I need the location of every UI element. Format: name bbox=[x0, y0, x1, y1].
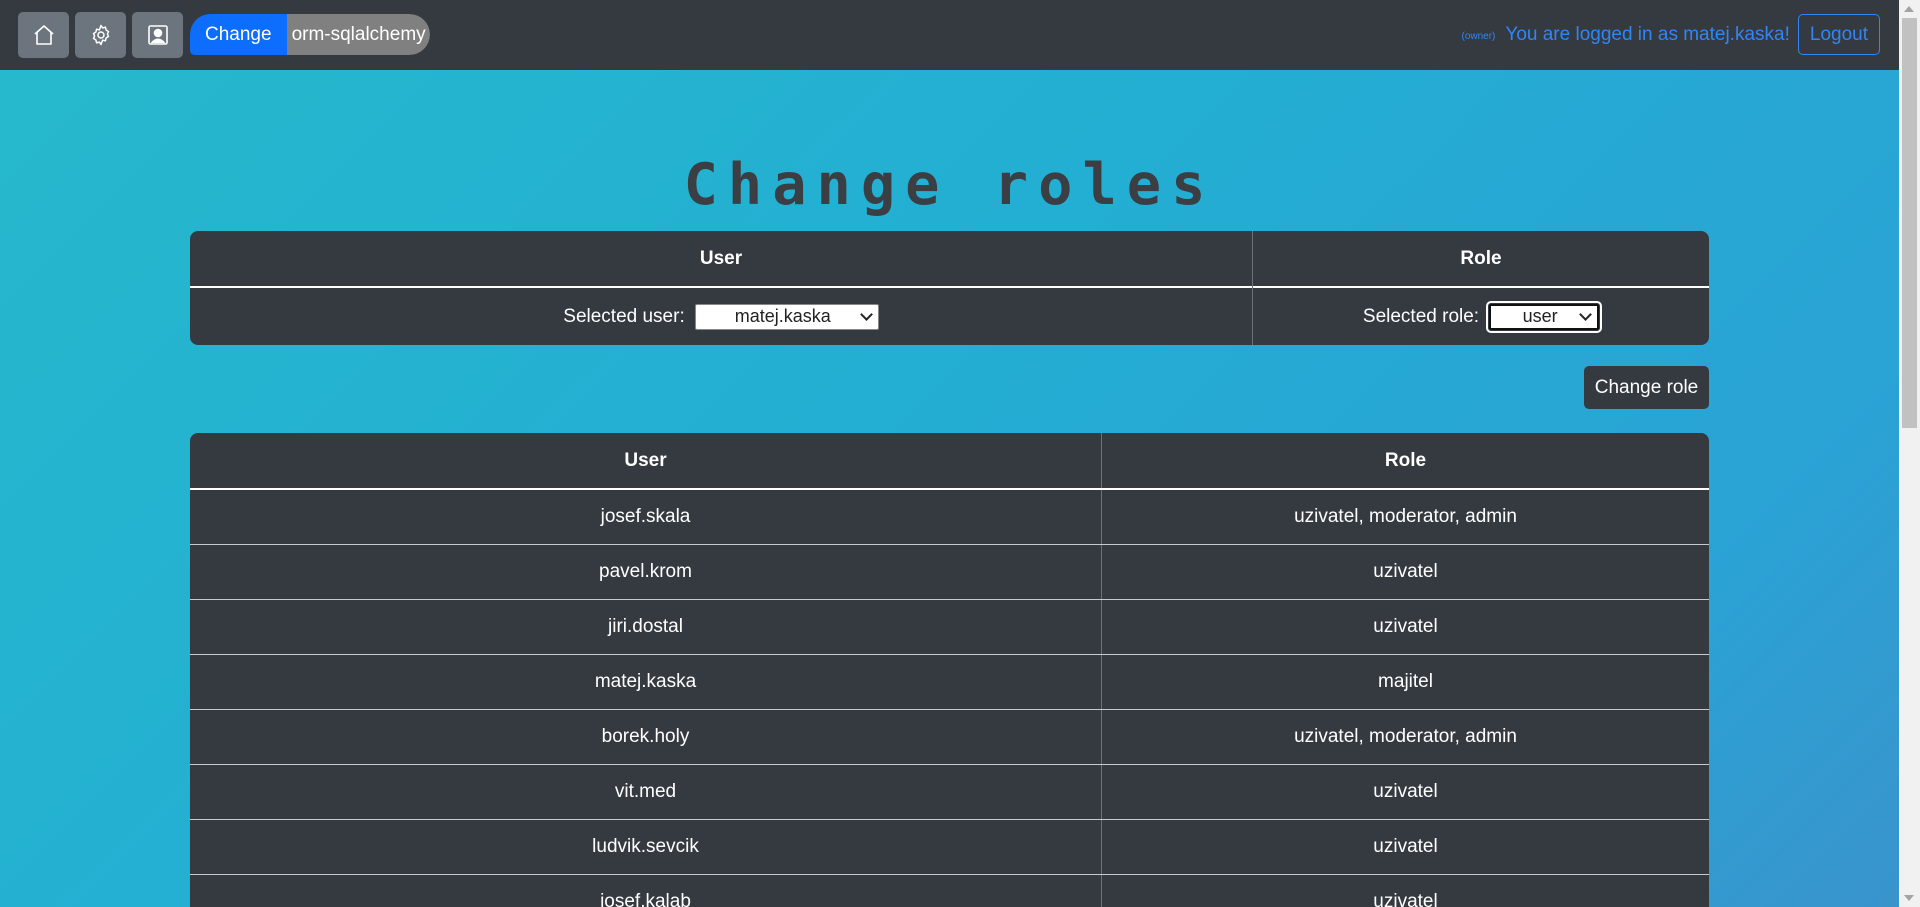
role-selection-table: User Role Selected user: matej.kaska Sel… bbox=[190, 231, 1709, 345]
users-roles-table: User Role josef.skala uzivatel, moderator… bbox=[190, 433, 1709, 907]
user-column-header: User bbox=[624, 449, 667, 471]
login-area: (owner) You are logged in as matej.kaska… bbox=[1461, 14, 1880, 55]
role-cell: uzivatel bbox=[1373, 616, 1438, 637]
role-cell: uzivatel bbox=[1373, 836, 1438, 857]
table-row: jiri.dostal uzivatel bbox=[190, 600, 1709, 655]
selection-user-header: User bbox=[699, 247, 743, 269]
user-select-value: matej.kaska bbox=[734, 306, 831, 326]
chevron-down-icon bbox=[859, 308, 873, 321]
table-row: josef.kalab uzivatel bbox=[190, 875, 1709, 907]
user-cell: vit.med bbox=[614, 781, 677, 802]
scrollbar-thumb[interactable] bbox=[1902, 18, 1917, 428]
selected-user-cell: Selected user: matej.kaska bbox=[190, 288, 1252, 345]
user-cell: borek.holy bbox=[601, 726, 690, 747]
role-cell: majitel bbox=[1378, 671, 1433, 692]
table-row: borek.holy uzivatel, moderator, admin bbox=[190, 710, 1709, 765]
user-cell: ludvik.sevcik bbox=[592, 836, 699, 857]
table-row: josef.skala uzivatel, moderator, admin bbox=[190, 490, 1709, 545]
role-cell: uzivatel bbox=[1373, 561, 1438, 582]
selected-user-label: Selected user: bbox=[563, 305, 685, 327]
profile-button[interactable] bbox=[132, 12, 183, 58]
table-row: pavel.krom uzivatel bbox=[190, 545, 1709, 600]
user-cell: matej.kaska bbox=[594, 671, 697, 692]
home-icon bbox=[33, 25, 54, 45]
table-row: ludvik.sevcik uzivatel bbox=[190, 820, 1709, 875]
role-column-header: Role bbox=[1384, 449, 1427, 471]
database-toggle: Change orm-sqlalchemy bbox=[190, 14, 430, 55]
role-select[interactable]: user bbox=[1486, 300, 1603, 333]
selected-role-label: Selected role: bbox=[1362, 305, 1480, 327]
logout-button[interactable]: Logout bbox=[1797, 14, 1880, 55]
settings-button[interactable] bbox=[75, 12, 126, 58]
database-name-badge[interactable]: orm-sqlalchemy bbox=[286, 14, 430, 55]
user-cell: jiri.dostal bbox=[608, 616, 683, 637]
role-cell: uzivatel, moderator, admin bbox=[1294, 726, 1517, 747]
table-row: vit.med uzivatel bbox=[190, 765, 1709, 820]
change-role-button[interactable]: Change role bbox=[1584, 366, 1709, 409]
chevron-down-icon bbox=[1579, 308, 1592, 321]
table-header-row: User Role bbox=[190, 433, 1709, 490]
role-cell: uzivatel bbox=[1373, 891, 1438, 907]
selection-user-header-cell: User bbox=[190, 231, 1252, 286]
logged-in-text: You are logged in as matej.kaska! bbox=[1505, 23, 1790, 45]
gear-icon bbox=[92, 24, 109, 46]
page-title: Change roles bbox=[683, 152, 1216, 218]
home-button[interactable] bbox=[18, 12, 69, 58]
selection-role-header: Role bbox=[1460, 247, 1502, 269]
role-cell: uzivatel, moderator, admin bbox=[1294, 506, 1517, 527]
user-cell: josef.kalab bbox=[600, 891, 691, 907]
scroll-up-arrow-icon[interactable] bbox=[1904, 6, 1914, 12]
selected-role-cell: Selected role: user bbox=[1253, 288, 1709, 345]
table-row: matej.kaska majitel bbox=[190, 655, 1709, 710]
navbar: Change orm-sqlalchemy (owner) You are lo… bbox=[0, 0, 1899, 70]
owner-role-tag: (owner) bbox=[1461, 31, 1496, 42]
user-cell: josef.skala bbox=[600, 506, 691, 527]
role-cell: uzivatel bbox=[1373, 781, 1438, 802]
user-cell: pavel.krom bbox=[599, 561, 692, 582]
selection-role-header-cell: Role bbox=[1253, 231, 1709, 286]
vertical-scrollbar[interactable] bbox=[1899, 0, 1920, 907]
scroll-down-arrow-icon[interactable] bbox=[1904, 895, 1914, 901]
user-select[interactable]: matej.kaska bbox=[694, 303, 879, 330]
change-database-button[interactable]: Change bbox=[190, 14, 287, 55]
user-profile-icon bbox=[147, 25, 168, 45]
role-select-value: user bbox=[1522, 306, 1558, 326]
